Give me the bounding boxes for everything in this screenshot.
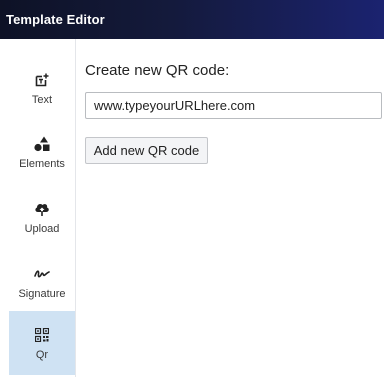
sidebar-item-label: Signature <box>18 288 66 300</box>
sidebar-item-elements[interactable]: Elements <box>9 120 75 184</box>
sidebar-item-signature[interactable]: Signature <box>9 250 75 314</box>
qr-code-icon <box>34 327 50 343</box>
qr-panel: Create new QR code: Add new QR code <box>76 39 384 377</box>
sidebar-item-label: Upload <box>24 223 60 235</box>
sidebar-item-label: Qr <box>35 349 49 361</box>
sidebar: Text Elements Upload Signature Qr <box>0 39 76 377</box>
app-title: Template Editor <box>6 12 105 27</box>
add-qr-code-button[interactable]: Add new QR code <box>85 137 208 164</box>
signature-icon <box>34 266 50 282</box>
sidebar-item-qr[interactable]: Qr <box>9 311 75 375</box>
text-add-icon <box>34 72 50 88</box>
sidebar-item-label: Elements <box>19 158 65 170</box>
sidebar-item-text[interactable]: Text <box>9 56 75 120</box>
qr-url-input[interactable] <box>85 92 382 119</box>
title-bar: Template Editor <box>0 0 384 39</box>
shapes-icon <box>34 136 50 152</box>
sidebar-item-label: Text <box>31 94 53 106</box>
cloud-upload-icon <box>34 201 50 217</box>
panel-heading: Create new QR code: <box>85 62 230 79</box>
sidebar-item-upload[interactable]: Upload <box>9 185 75 249</box>
